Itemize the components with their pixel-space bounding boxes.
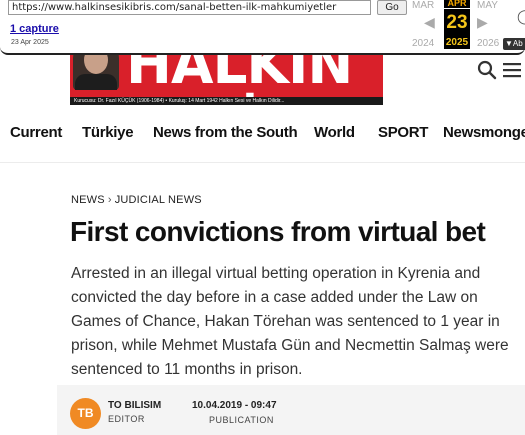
next-capture-arrow-icon[interactable]: ▶ (477, 14, 488, 31)
nav-item-news-from-the-south[interactable]: News from the South (153, 124, 298, 141)
search-icon[interactable] (477, 60, 497, 80)
menu-icon[interactable] (502, 61, 522, 79)
author-role: EDITOR (108, 414, 145, 424)
wayback-url-input[interactable]: https://www.halkinsesikibris.com/sanal-b… (8, 0, 371, 15)
captures-link[interactable]: 1 capture (10, 23, 59, 35)
nav-item-current[interactable]: Current (10, 124, 62, 141)
current-year: 2025 (444, 36, 470, 49)
nav-item-turkiye[interactable]: Türkiye (82, 124, 134, 141)
brand-tagline: Kurucusu: Dr. Fazıl KÜÇÜK (1906-1984) • … (70, 97, 383, 105)
about-button[interactable]: ▼Ab (503, 38, 525, 50)
wayback-toolbar: https://www.halkinsesikibris.com/sanal-b… (0, 0, 525, 55)
article-lead: Arrested in an illegal virtual betting o… (71, 265, 509, 378)
prev-capture-arrow-icon[interactable]: ◀ (424, 14, 435, 31)
breadcrumb-judicial-news[interactable]: JUDICIAL NEWS (115, 194, 202, 206)
breadcrumb-separator: › (107, 194, 112, 206)
author-name[interactable]: TO BILISIM (108, 400, 161, 411)
nav-item-newsmonger[interactable]: Newsmonger (443, 124, 525, 141)
main-nav: Current Türkiye News from the South Worl… (0, 118, 525, 150)
prev-year-link[interactable]: 2024 (412, 38, 434, 49)
current-day: 23 (444, 9, 470, 37)
breadcrumb: NEWS › JUDICIAL NEWS (71, 194, 202, 206)
help-icon[interactable]: ◯ (517, 8, 525, 25)
capture-date: 23 Apr 2025 (11, 39, 49, 46)
nav-item-sport[interactable]: SPORT (378, 124, 428, 141)
page: https://www.halkinsesikibris.com/sanal-b… (0, 0, 525, 435)
publish-label: PUBLICATION (209, 415, 274, 425)
prev-month-link[interactable]: MAR (412, 0, 434, 11)
author-bar: TB TO BILISIM EDITOR 10.04.2019 - 09:47 … (57, 385, 525, 435)
nav-item-world[interactable]: World (314, 124, 355, 141)
article-title: First convictions from virtual bet (70, 216, 486, 247)
current-month: APR (444, 0, 470, 8)
next-month-link[interactable]: MAY (477, 0, 498, 11)
nav-divider (0, 162, 525, 163)
about-label: Ab (512, 39, 523, 48)
publish-date: 10.04.2019 - 09:47 (192, 400, 277, 411)
next-year-link[interactable]: 2026 (477, 38, 499, 49)
breadcrumb-news[interactable]: NEWS (71, 194, 105, 206)
avatar[interactable]: TB (70, 398, 101, 429)
chevron-down-icon: ▼ (505, 39, 513, 48)
wayback-go-button[interactable]: Go (377, 0, 407, 15)
